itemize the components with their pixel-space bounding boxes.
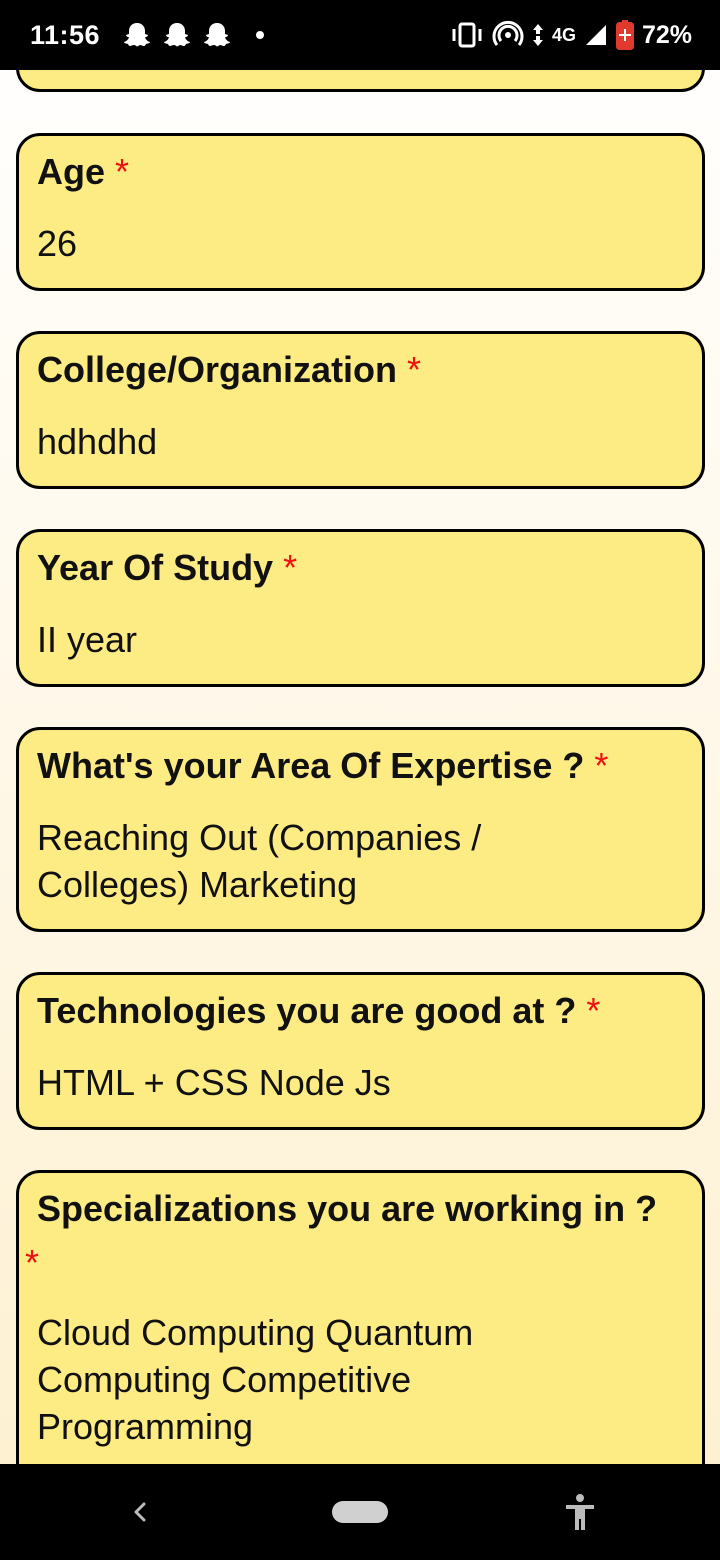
home-pill[interactable]: [332, 1501, 388, 1523]
accessibility-icon[interactable]: [562, 1492, 598, 1532]
signal-icon: [585, 25, 606, 45]
battery-percent: 72%: [641, 20, 692, 49]
required-mark: *: [594, 745, 609, 786]
status-time: 11:56: [30, 19, 101, 50]
data-arrows-icon: [532, 24, 543, 46]
year-of-study-field[interactable]: Year Of Study * II year: [16, 529, 705, 687]
back-icon[interactable]: [128, 1494, 152, 1530]
required-mark: *: [115, 151, 130, 192]
required-mark: *: [25, 1242, 40, 1283]
required-mark: *: [586, 990, 601, 1031]
status-bar: 11:56 4G 72%: [0, 0, 720, 70]
age-field[interactable]: Age * 26: [16, 133, 705, 291]
snapchat-icon: [164, 23, 191, 47]
field-label: What's your Area Of Expertise ? *: [37, 745, 609, 786]
network-type: 4G: [551, 24, 576, 45]
required-mark: *: [283, 547, 298, 588]
college-organization-field[interactable]: College/Organization * hdhdhd: [16, 331, 705, 489]
field-value: 26: [37, 223, 78, 264]
battery-saver-icon: [615, 20, 634, 50]
area-of-expertise-field[interactable]: What's your Area Of Expertise ? * Reachin…: [16, 727, 705, 932]
snapchat-icon: [204, 23, 231, 47]
field-value: Cloud Computing Quantum Computing Compet…: [37, 1312, 474, 1447]
field-value: HTML + CSS Node Js: [37, 1062, 391, 1103]
form-field-card[interactable]: [16, 70, 705, 92]
field-label: Technologies you are good at ? *: [37, 990, 601, 1031]
dot-icon: [256, 31, 265, 39]
specializations-field[interactable]: Specializations you are working in ? * C…: [16, 1170, 705, 1464]
snapchat-icon: [124, 23, 151, 47]
field-value: Reaching Out (Companies / Colleges) Mark…: [37, 817, 482, 905]
field-label: Year Of Study *: [37, 547, 298, 588]
navigation-bar: [0, 1464, 720, 1560]
field-label: Specializations you are working in ?: [37, 1188, 658, 1229]
form-scroll-area[interactable]: Age * 26 College/Organization * hdhdhd Yea…: [0, 70, 720, 1464]
technologies-field[interactable]: Technologies you are good at ? * HTML + C…: [16, 972, 705, 1130]
hotspot-icon: [492, 20, 524, 46]
field-label: Age *: [37, 151, 130, 192]
system-icons: 4G 72%: [450, 20, 692, 50]
field-value: II year: [37, 619, 138, 660]
vibrate-icon: [452, 22, 482, 48]
field-label: College/Organization *: [37, 349, 422, 390]
field-value: hdhdhd: [37, 421, 158, 462]
notification-icons: [122, 20, 265, 50]
required-mark: *: [407, 349, 422, 390]
